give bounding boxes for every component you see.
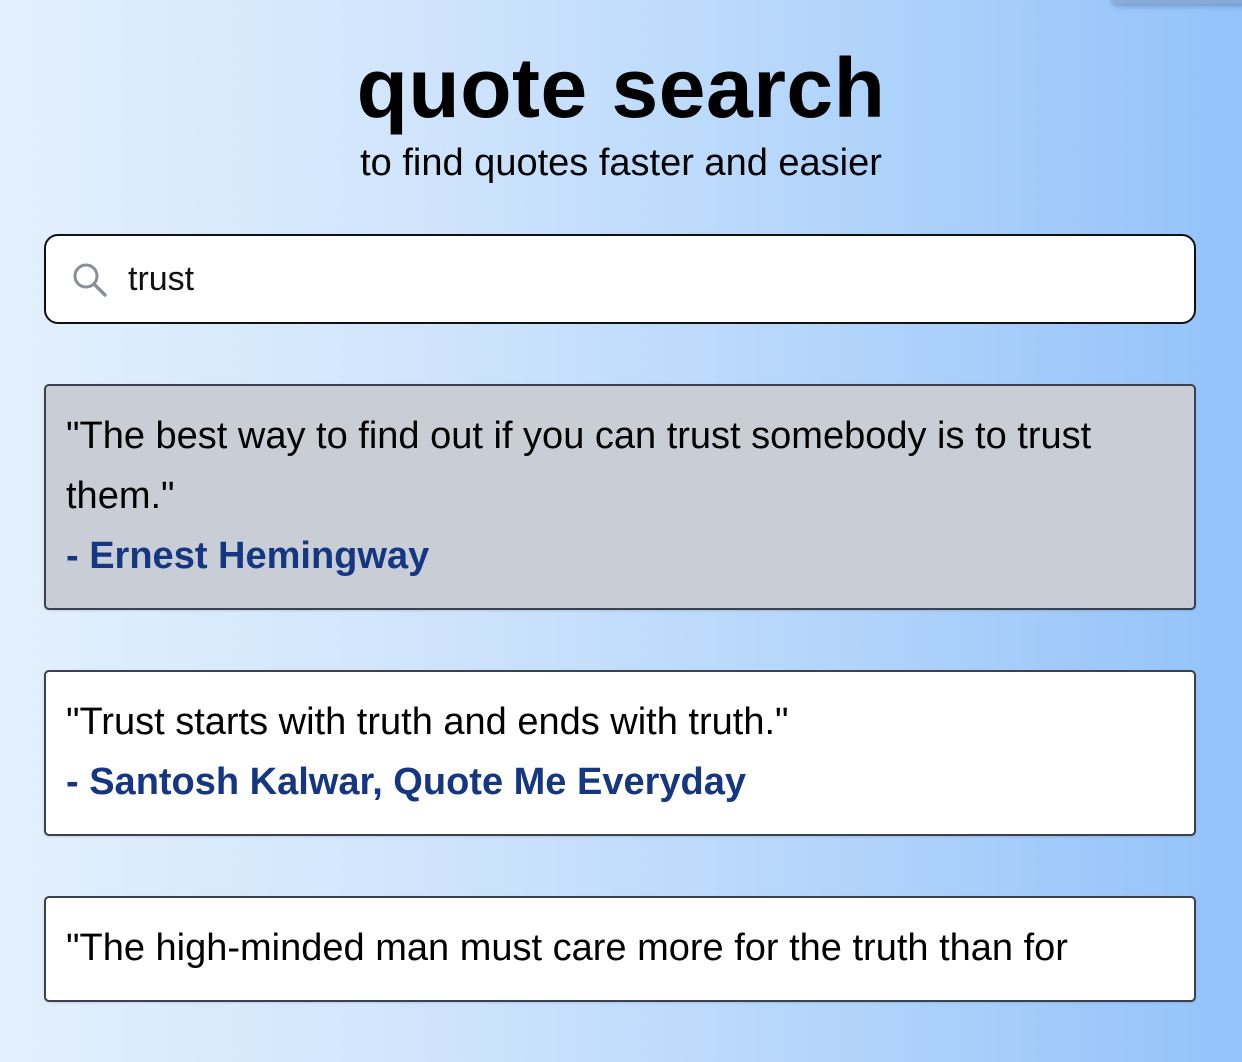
quote-text: "The high-minded man must care more for … — [66, 927, 1068, 969]
quote-text: "Trust starts with truth and ends with t… — [66, 701, 789, 743]
page-subtitle: to find quotes faster and easier — [360, 142, 882, 184]
window-corner-shadow — [1112, 0, 1242, 4]
search-input[interactable] — [128, 254, 1168, 304]
page-title: quote search — [356, 41, 886, 135]
quote-author: - Ernest Hemingway — [66, 535, 430, 577]
search-box[interactable] — [44, 234, 1196, 324]
quote-text: "The best way to find out if you can tru… — [66, 415, 1092, 517]
page-header: quote search to find quotes faster and e… — [0, 38, 1242, 188]
quote-author: - Santosh Kalwar, Quote Me Everyday — [66, 761, 746, 803]
quote-card[interactable]: "The high-minded man must care more for … — [44, 896, 1196, 1002]
quote-card[interactable]: "The best way to find out if you can tru… — [44, 384, 1196, 610]
results-list: "The best way to find out if you can tru… — [44, 384, 1196, 1062]
quote-card[interactable]: "Trust starts with truth and ends with t… — [44, 670, 1196, 836]
search-icon — [72, 262, 108, 298]
